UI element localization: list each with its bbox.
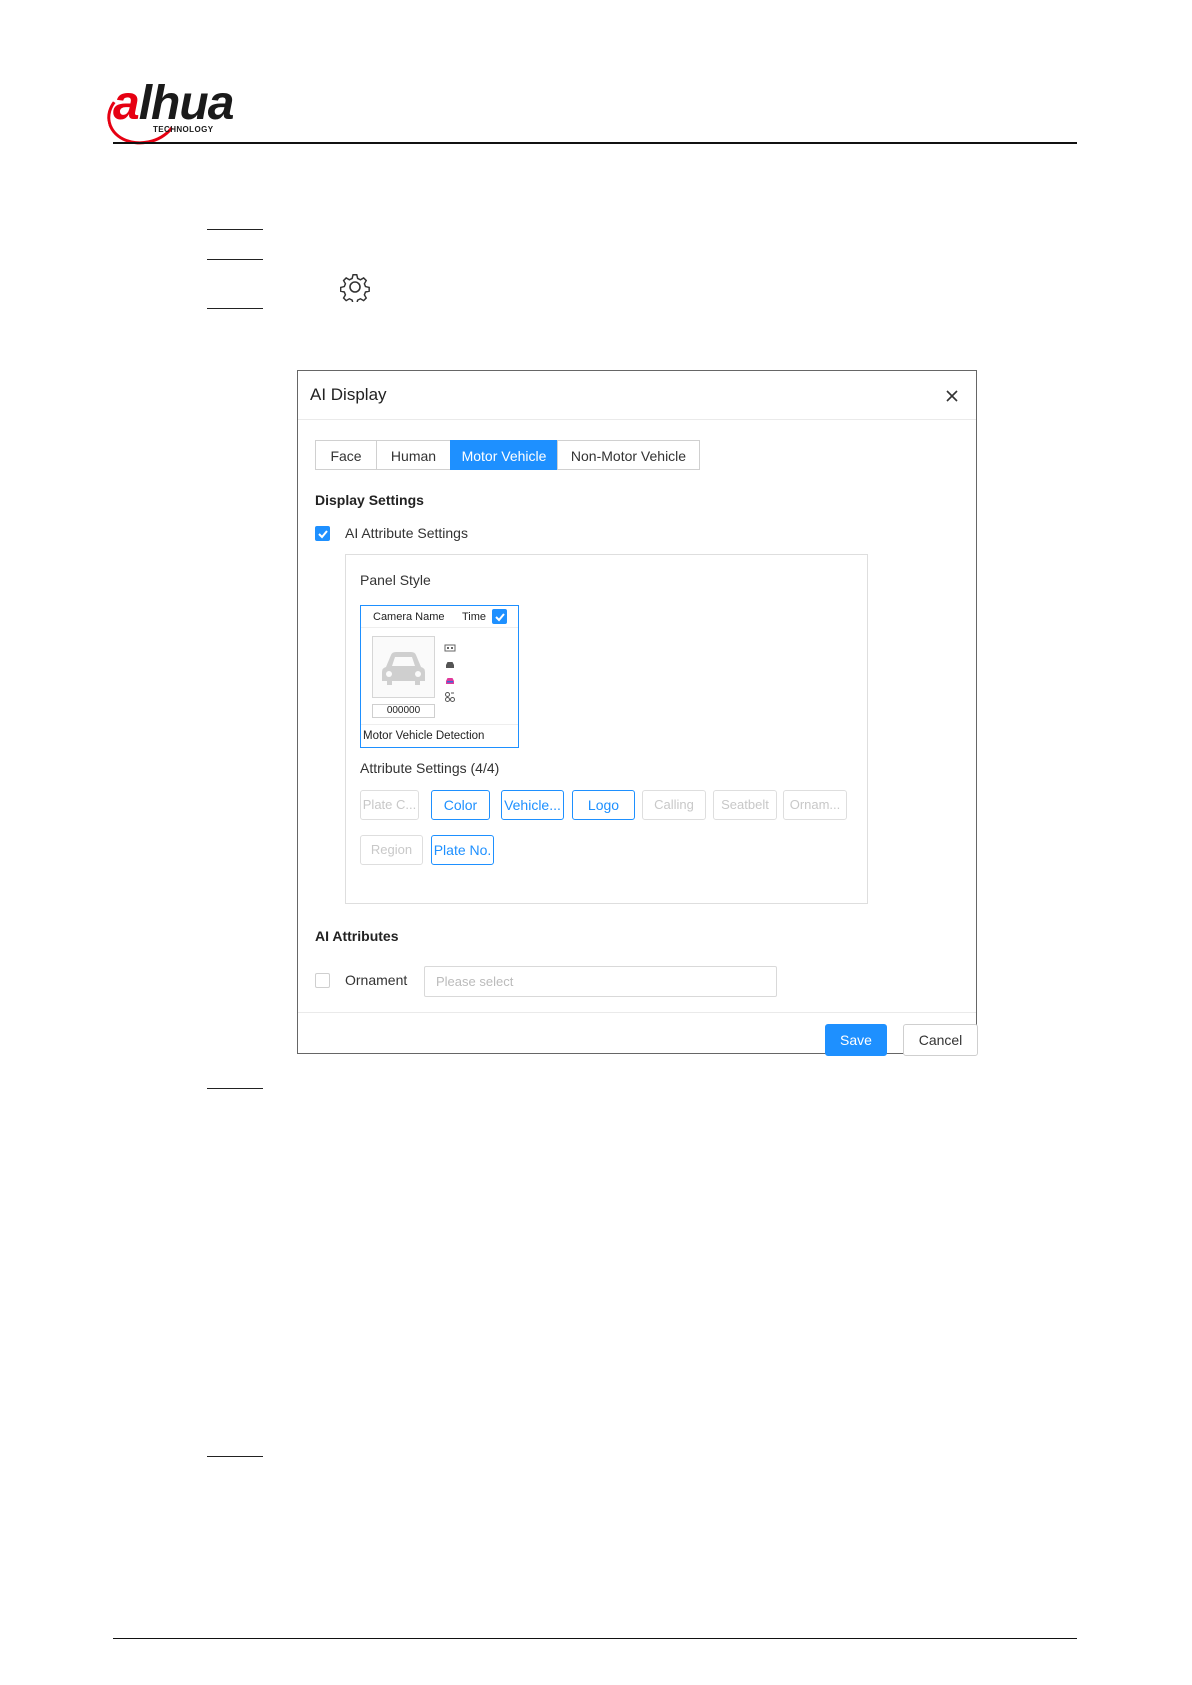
ornament-label: Ornament — [345, 972, 408, 988]
dialog-title: AI Display — [310, 385, 387, 404]
vehicle-thumbnail — [372, 636, 435, 698]
chip-region[interactable]: Region — [360, 835, 423, 865]
chip-color[interactable]: Color — [431, 790, 490, 820]
step-marker — [207, 1456, 263, 1457]
time-checkbox[interactable] — [492, 609, 507, 624]
chip-plate-number[interactable]: Plate No. — [431, 835, 494, 865]
cancel-button[interactable]: Cancel — [903, 1024, 978, 1056]
chip-vehicle-type[interactable]: Vehicle... — [501, 790, 564, 820]
preview-footer: Motor Vehicle Detection — [361, 724, 518, 748]
car-icon — [382, 652, 425, 685]
logo-subtext: TECHNOLOGY — [153, 125, 214, 134]
tab-non-motor-vehicle[interactable]: Non-Motor Vehicle — [557, 440, 700, 470]
preview-header: Camera Name Time — [361, 606, 518, 628]
tab-bar: Face Human Motor Vehicle Non-Motor Vehic… — [315, 440, 700, 470]
tab-human[interactable]: Human — [376, 440, 451, 470]
plate-type-icon — [444, 640, 456, 658]
chip-seatbelt[interactable]: Seatbelt — [713, 790, 777, 820]
dialog-footer-divider — [298, 1012, 976, 1013]
panel-style-preview[interactable]: Camera Name Time 000000 Motor Vehicle De… — [360, 605, 519, 748]
close-icon[interactable] — [941, 385, 963, 407]
step-marker — [207, 229, 263, 230]
attribute-settings-label: Attribute Settings (4/4) — [360, 760, 500, 776]
chip-calling[interactable]: Calling — [642, 790, 706, 820]
ai-display-dialog: AI Display Face Human Motor Vehicle Non-… — [297, 370, 978, 1056]
ornament-select[interactable]: Please select — [424, 966, 777, 997]
chip-ornament[interactable]: Ornam... — [783, 790, 847, 820]
vehicle-color-icon — [444, 673, 456, 691]
save-button[interactable]: Save — [825, 1024, 887, 1056]
display-settings-title: Display Settings — [315, 492, 424, 508]
step-marker — [207, 259, 263, 260]
step-marker — [207, 308, 263, 309]
ai-attributes-title: AI Attributes — [315, 928, 399, 944]
chip-plate-color[interactable]: Plate C... — [360, 790, 419, 820]
camera-name-label: Camera Name — [373, 611, 445, 623]
tab-face[interactable]: Face — [315, 440, 377, 470]
gear-icon — [339, 272, 370, 305]
attribute-settings-panel: Panel Style Camera Name Time 000000 Moto… — [345, 554, 868, 904]
header-divider — [113, 142, 1077, 144]
ai-attribute-settings-checkbox[interactable] — [315, 526, 330, 541]
logo-wordmark: alhua — [113, 77, 234, 130]
logo-attribute-icon — [444, 690, 456, 708]
footer-divider — [113, 1638, 1077, 1639]
panel-style-label: Panel Style — [360, 572, 431, 588]
dialog-header-divider — [298, 419, 976, 420]
preview-caption: Motor Vehicle Detection — [363, 730, 485, 742]
ornament-checkbox[interactable] — [315, 973, 330, 988]
chip-logo[interactable]: Logo — [572, 790, 635, 820]
tab-motor-vehicle[interactable]: Motor Vehicle — [450, 440, 558, 470]
ai-attribute-settings-label: AI Attribute Settings — [345, 525, 468, 541]
step-marker — [207, 1088, 263, 1089]
plate-number-preview: 000000 — [372, 704, 435, 718]
dahua-logo: alhua TECHNOLOGY — [101, 77, 273, 151]
time-label: Time — [462, 611, 487, 623]
